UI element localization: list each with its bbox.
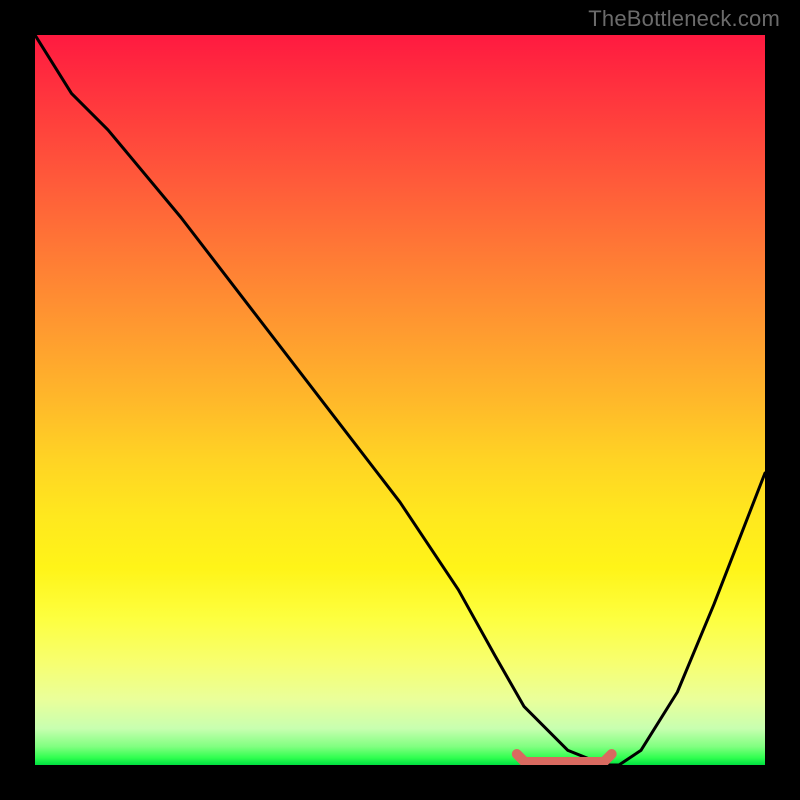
valley-marker bbox=[517, 754, 612, 762]
curve-layer bbox=[35, 35, 765, 765]
chart-container: TheBottleneck.com bbox=[0, 0, 800, 800]
bottleneck-curve bbox=[35, 35, 765, 765]
plot-area bbox=[35, 35, 765, 765]
watermark-text: TheBottleneck.com bbox=[588, 6, 780, 32]
